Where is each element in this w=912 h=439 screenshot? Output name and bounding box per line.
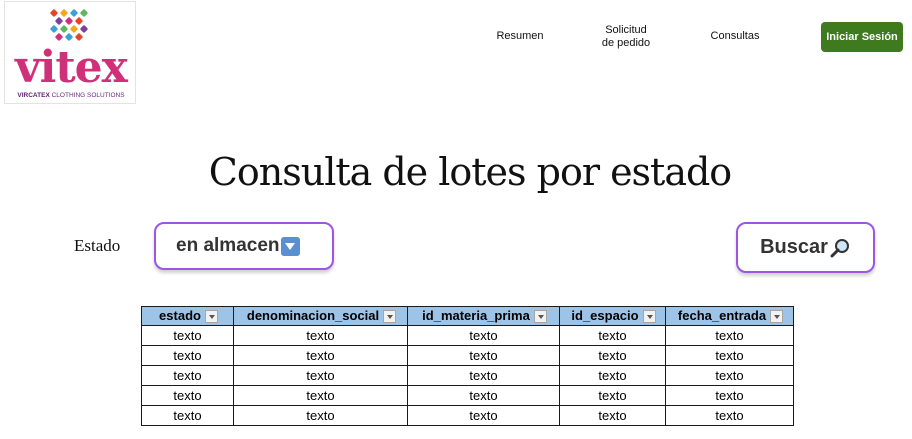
table-cell: texto <box>233 345 408 366</box>
table-cell: texto <box>665 405 794 426</box>
filter-dropdown-icon[interactable] <box>533 309 547 323</box>
estado-label: Estado <box>74 236 121 255</box>
table-cell: texto <box>407 365 560 386</box>
magnifier-icon <box>830 238 849 257</box>
table-row: texto texto texto texto texto <box>141 365 794 386</box>
nav-solicitud-line1: Solicitud <box>605 24 647 36</box>
table-cell: texto <box>233 405 408 426</box>
nav-resumen[interactable]: Resumen <box>492 30 548 43</box>
column-header-id-materia-prima: id_materia_prima <box>407 306 560 326</box>
table-row: texto texto texto texto texto <box>141 405 794 426</box>
table-cell: texto <box>141 345 234 366</box>
column-header-denominacion-social: denominacion_social <box>233 306 408 326</box>
column-header-estado: estado <box>141 306 234 326</box>
table-cell: texto <box>665 365 794 386</box>
estado-selected-value: en almacen <box>176 235 280 256</box>
table-row: texto texto texto texto texto <box>141 345 794 366</box>
table-row: texto texto texto texto texto <box>141 325 794 346</box>
table-cell: texto <box>559 365 666 386</box>
table-cell: texto <box>141 365 234 386</box>
logo-wordmark: vitex <box>15 42 128 93</box>
table-cell: texto <box>665 385 794 406</box>
search-button-label: Buscar <box>760 236 828 258</box>
column-header-fecha-entrada: fecha_entrada <box>665 306 794 326</box>
table-cell: texto <box>559 385 666 406</box>
table-row: texto texto texto texto texto <box>141 385 794 406</box>
estado-select[interactable]: en almacen <box>154 222 334 270</box>
table-cell: texto <box>141 385 234 406</box>
table-cell: texto <box>665 345 794 366</box>
table-header-row: estado denominacion_social id_materia_pr… <box>141 306 794 326</box>
nav-solicitud-de-pedido[interactable]: Solicitud de pedido <box>594 24 658 50</box>
table-cell: texto <box>233 365 408 386</box>
page-title: Consulta de lotes por estado <box>208 150 732 194</box>
results-table: estado denominacion_social id_materia_pr… <box>141 306 794 426</box>
chevron-down-icon <box>280 236 300 256</box>
filter-dropdown-icon[interactable] <box>204 309 218 323</box>
table-cell: texto <box>407 405 560 426</box>
column-header-id-espacio: id_espacio <box>559 306 666 326</box>
filter-dropdown-icon[interactable] <box>770 309 784 323</box>
filter-dropdown-icon[interactable] <box>642 309 656 323</box>
login-button[interactable]: Iniciar Sesión <box>821 22 903 52</box>
table-cell: texto <box>559 345 666 366</box>
table-cell: texto <box>141 405 234 426</box>
nav-solicitud-line2: de pedido <box>601 37 651 49</box>
table-cell: texto <box>233 325 408 346</box>
search-button[interactable]: Buscar <box>736 222 875 273</box>
table-cell: texto <box>407 345 560 366</box>
table-cell: texto <box>559 325 666 346</box>
filter-dropdown-icon[interactable] <box>383 309 397 323</box>
table-cell: texto <box>407 325 560 346</box>
table-cell: texto <box>141 325 234 346</box>
logo-tagline: VIRCATEX CLOTHING SOLUTIONS <box>17 92 125 99</box>
table-cell: texto <box>233 385 408 406</box>
table-cell: texto <box>559 405 666 426</box>
table-cell: texto <box>407 385 560 406</box>
brand-logo[interactable]: vitex VIRCATEX CLOTHING SOLUTIONS <box>4 1 136 104</box>
nav-consultas[interactable]: Consultas <box>705 30 765 43</box>
table-cell: texto <box>665 325 794 346</box>
